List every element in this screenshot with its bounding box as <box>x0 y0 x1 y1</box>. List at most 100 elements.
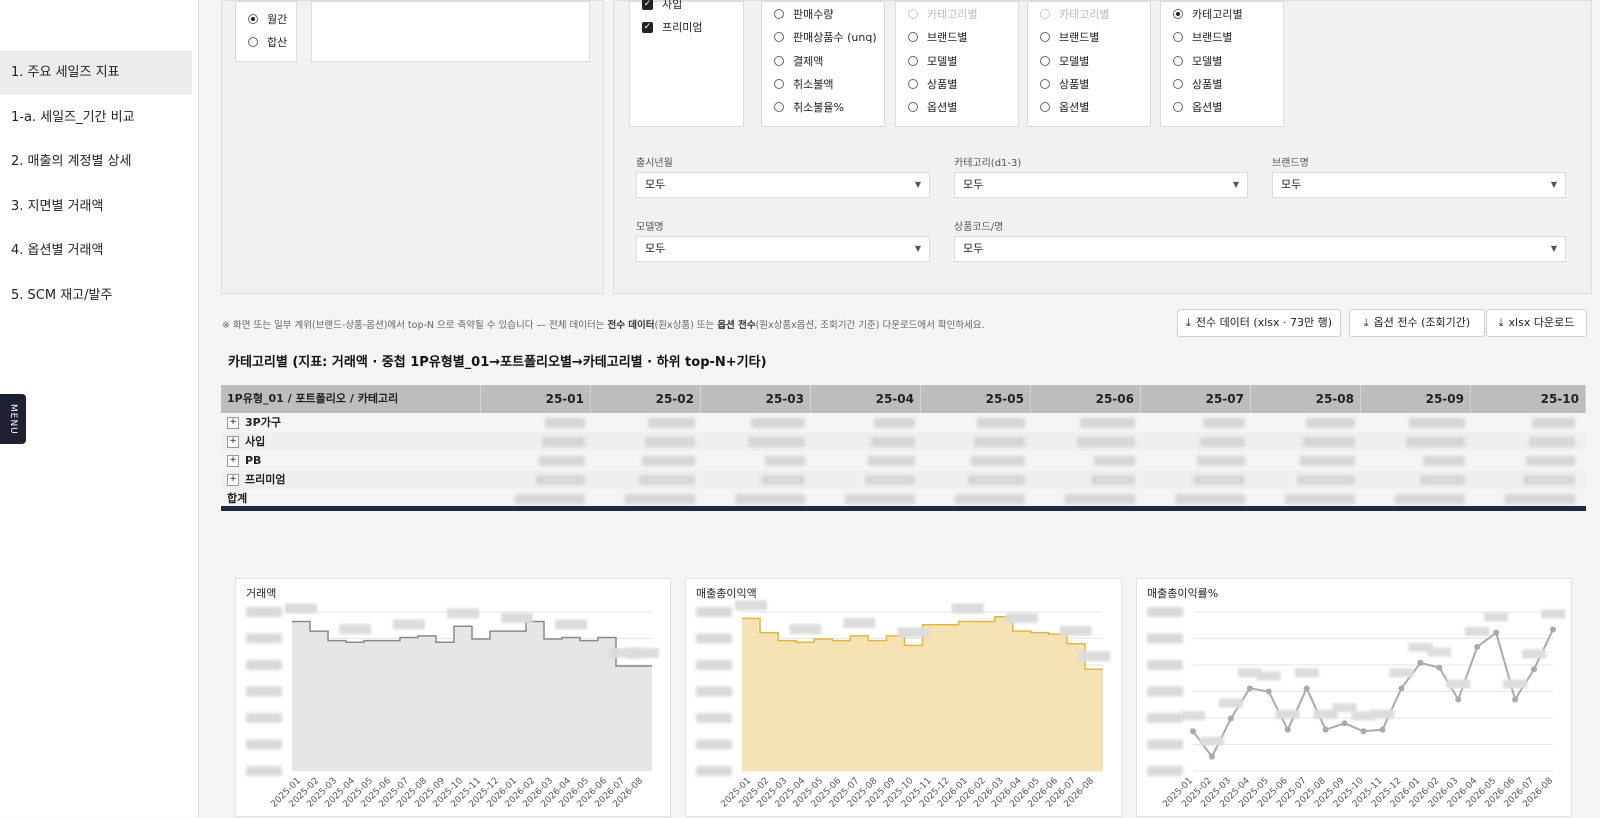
group-d-option[interactable]: 브랜드별 <box>1173 29 1232 45</box>
option-label: 모델별 <box>1059 55 1090 68</box>
header-month: 25-02 <box>591 385 701 413</box>
type-option-premium[interactable]: ✓ 프리미엄 <box>642 19 702 35</box>
metric-option[interactable]: 결제액 <box>774 53 823 69</box>
data-point <box>1208 753 1215 760</box>
radio-disabled-icon <box>1040 9 1050 19</box>
table-row[interactable]: + 사입 <box>221 432 1586 451</box>
table-cell-obscured <box>1523 475 1575 485</box>
data-label-obscured <box>1218 698 1243 708</box>
date-range-box[interactable] <box>311 1 590 62</box>
data-label-obscured <box>285 603 317 614</box>
group-d-option[interactable]: 카테고리별 <box>1173 6 1243 22</box>
group-d-option[interactable]: 상품별 <box>1173 76 1222 92</box>
sidebar-item-scm[interactable]: 5. SCM 재고/발주 <box>0 274 192 318</box>
radio-icon <box>248 37 258 47</box>
expand-icon[interactable]: + <box>227 454 239 467</box>
group-c-option[interactable]: 브랜드별 <box>1040 29 1099 45</box>
launch-label: 출시년월 <box>636 158 673 169</box>
period-box: 월간 합산 <box>235 1 297 62</box>
expand-icon[interactable]: + <box>227 416 239 429</box>
table-cell-obscured <box>1077 437 1135 447</box>
group-c-option[interactable]: 모델별 <box>1040 53 1089 69</box>
model-label: 모델명 <box>636 222 664 233</box>
notice-bold: 옵션 전수 <box>717 320 756 331</box>
y-tick-obscured <box>246 607 282 617</box>
menu-toggle[interactable]: MENU <box>0 394 26 444</box>
table-cell-obscured <box>748 437 805 447</box>
table-cell-obscured <box>845 494 915 504</box>
table-row[interactable]: +3P가구 <box>221 413 1586 432</box>
type-option-buying[interactable]: ✓ 사입 <box>642 0 682 12</box>
series-area <box>292 621 652 771</box>
table-cell-obscured <box>625 494 695 504</box>
group-b-option[interactable]: 옵션별 <box>908 99 957 115</box>
data-point <box>1550 626 1556 633</box>
option-label: 브랜드별 <box>1192 31 1233 44</box>
table-cell-obscured <box>1423 456 1465 466</box>
full-data-download-button[interactable]: ⤓ 전수 데이터 (xlsx · 73만 행) <box>1177 309 1341 337</box>
table-cell-obscured <box>1203 418 1245 428</box>
period-option-total[interactable]: 합산 <box>248 34 287 50</box>
sidebar-item-main-sales[interactable]: 1. 주요 세일즈 지표 <box>0 51 192 95</box>
product-select[interactable]: 모두 ▼ <box>954 236 1566 262</box>
filter-panel: ✓ 사입 ✓ 프리미엄 판매수량 판매상품수 (unq) 결제액 취소불액 취소불율… <box>613 0 1592 294</box>
group-b-option[interactable]: 브랜드별 <box>908 29 967 45</box>
header-month: 25-04 <box>811 385 921 413</box>
period-option-monthly[interactable]: 월간 <box>248 11 287 27</box>
gross-profit-chart: 2025-012025-022025-032025-042025-052025-… <box>696 600 1110 810</box>
chart-card-gross-margin: 매출총이익률% 2025-01 2025-02 2025-03 2025-04 2025… <box>1136 578 1572 817</box>
y-tick-obscured <box>696 739 732 750</box>
y-tick-obscured <box>696 686 732 697</box>
period-panel: 월간 합산 <box>221 0 604 294</box>
data-point <box>1303 685 1310 692</box>
y-tick-obscured <box>696 713 732 723</box>
radio-icon <box>774 102 784 112</box>
metric-option[interactable]: 취소불율% <box>774 99 844 115</box>
expand-icon[interactable]: + <box>227 473 239 486</box>
expand-icon[interactable]: + <box>227 435 239 448</box>
group-c-option[interactable]: 옵션별 <box>1040 99 1089 115</box>
radio-icon <box>774 32 784 42</box>
option-label: 카테고리별 <box>927 8 978 21</box>
table-row[interactable]: + PB <box>221 451 1586 470</box>
y-tick-obscured <box>1147 660 1183 670</box>
header-month: 25-07 <box>1141 385 1251 413</box>
download-icon: ⤓ <box>1498 316 1504 329</box>
metric-option[interactable]: 판매상품수 (unq) <box>774 29 877 45</box>
group-b-option[interactable]: 모델별 <box>908 53 957 69</box>
sidebar-item-option[interactable]: 4. 옵션별 거래액 <box>0 229 192 273</box>
radio-icon <box>774 56 784 66</box>
table-cell-obscured <box>1300 456 1355 466</box>
sidebar-item-sales-period[interactable]: 1-a. 세일즈_기간 비교 <box>0 96 192 140</box>
sidebar-item-surface[interactable]: 3. 지면별 거래액 <box>0 185 192 229</box>
group-d-option[interactable]: 모델별 <box>1173 53 1222 69</box>
radio-icon <box>908 32 918 42</box>
y-tick-obscured <box>1147 686 1183 697</box>
notice-part: (원x상품) 또는 <box>654 320 718 331</box>
sidebar-item-revenue-accounts[interactable]: 2. 매출의 계정별 상세 <box>0 140 192 184</box>
radio-icon <box>908 79 918 89</box>
option-label: 판매상품수 (unq) <box>793 31 877 44</box>
metric-option[interactable]: 판매수량 <box>774 6 833 22</box>
launch-select[interactable]: 모두 ▼ <box>636 172 930 198</box>
brand-select[interactable]: 모두 ▼ <box>1272 172 1566 198</box>
group-c-option[interactable]: 상품별 <box>1040 76 1089 92</box>
metric-option[interactable]: 취소불액 <box>774 76 833 92</box>
category-select[interactable]: 모두 ▼ <box>954 172 1248 198</box>
row-label-text: 3P가구 <box>245 416 281 429</box>
option-label: 취소불율% <box>793 101 844 114</box>
button-label: 전수 데이터 (xlsx · 73만 행) <box>1195 316 1333 329</box>
option-label: 상품별 <box>1059 78 1090 91</box>
table-row[interactable]: + 프리미엄 <box>221 470 1586 489</box>
group-d-option[interactable]: 옵션별 <box>1173 99 1222 115</box>
product-label: 상품코드/명 <box>954 222 1004 233</box>
option-full-download-button[interactable]: ⤓ 옵션 전수 (조회기간) <box>1349 309 1485 337</box>
xlsx-download-button[interactable]: ⤓ xlsx 다운로드 <box>1486 309 1587 337</box>
data-label-obscured <box>1275 709 1300 719</box>
group-b-option[interactable]: 상품별 <box>908 76 957 92</box>
radio-disabled-icon <box>908 9 918 19</box>
table-cell-obscured <box>642 456 695 466</box>
data-label-obscured <box>843 617 876 628</box>
table-cell-obscured <box>865 475 915 485</box>
model-select[interactable]: 모두 ▼ <box>636 236 930 262</box>
